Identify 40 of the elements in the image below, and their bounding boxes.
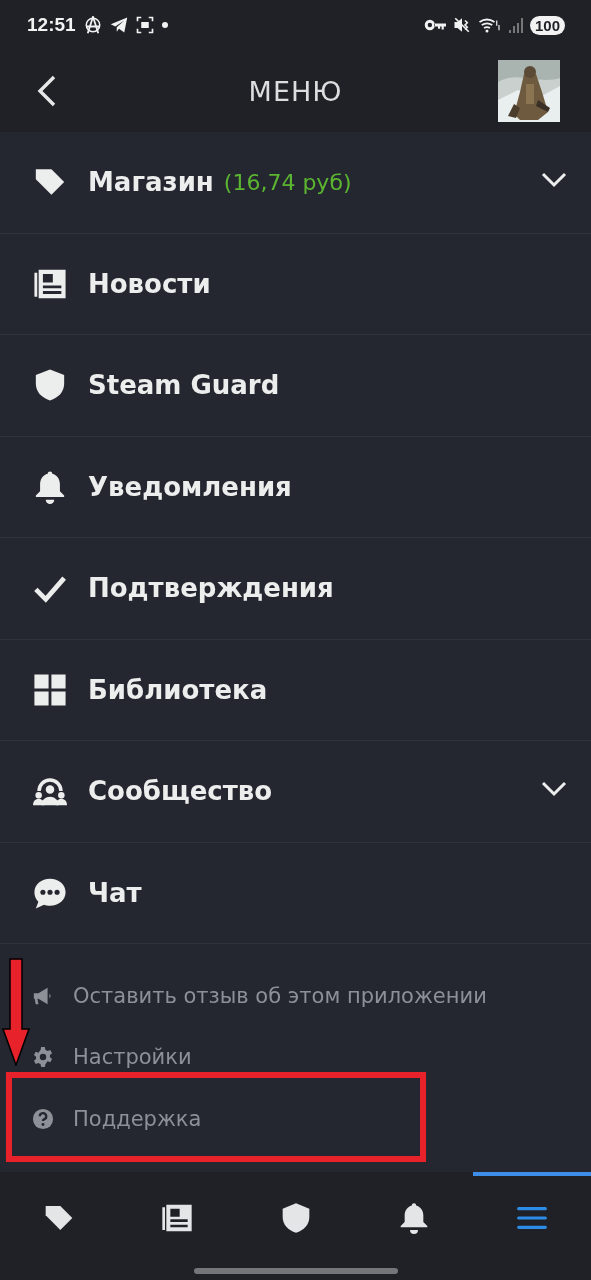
menu-link[interactable]: Настройки [0,1026,591,1088]
dot-icon [161,22,168,28]
shield-icon [33,368,67,403]
menu-label: Чат [88,877,142,908]
menu-item[interactable]: Уведомления [0,436,591,538]
paper-plane-icon [109,16,128,34]
wallet-balance: (16,74 руб) [223,169,352,195]
screenshot-icon [135,16,154,34]
chevron-icon[interactable] [541,172,567,189]
menu-item[interactable]: Сообщество [0,741,591,843]
back-button[interactable] [36,74,58,108]
muted-speaker-icon [452,16,471,34]
menu-item[interactable]: Магазин (16,74 руб) [0,132,591,234]
menu-item[interactable]: Новости [0,233,591,335]
menu-label: Новости [88,268,211,299]
menu-item[interactable]: Steam Guard [0,335,591,437]
battery-level: 100 [529,15,565,35]
menu-label: Библиотека [88,674,268,705]
signal-icon [508,17,523,33]
menu-label: Магазин [88,167,214,198]
menu-item[interactable]: Подтверждения [0,538,591,640]
gear-icon [32,1046,54,1069]
screen-title: МЕНЮ [248,75,343,107]
menu-item[interactable]: Библиотека [0,639,591,741]
newspaper-icon [161,1202,194,1234]
anarchy-icon [83,16,102,34]
menu-item[interactable]: Чат [0,842,591,944]
grid-icon [33,672,67,707]
menu-label: Steam Guard [88,370,280,401]
chevron-icon[interactable] [541,781,567,798]
help-icon [32,1107,54,1130]
bell-icon [33,469,67,504]
menu-label: Сообщество [88,776,273,807]
key-icon [423,18,446,32]
menu-link[interactable]: Поддержка [0,1088,591,1150]
menu-label: Уведомления [88,471,292,502]
menu-label: Подтверждения [88,573,334,604]
clock: 12:51 [27,14,76,36]
menu-link[interactable]: Оставить отзыв об этом приложении [0,965,591,1027]
wifi-icon [477,16,502,34]
